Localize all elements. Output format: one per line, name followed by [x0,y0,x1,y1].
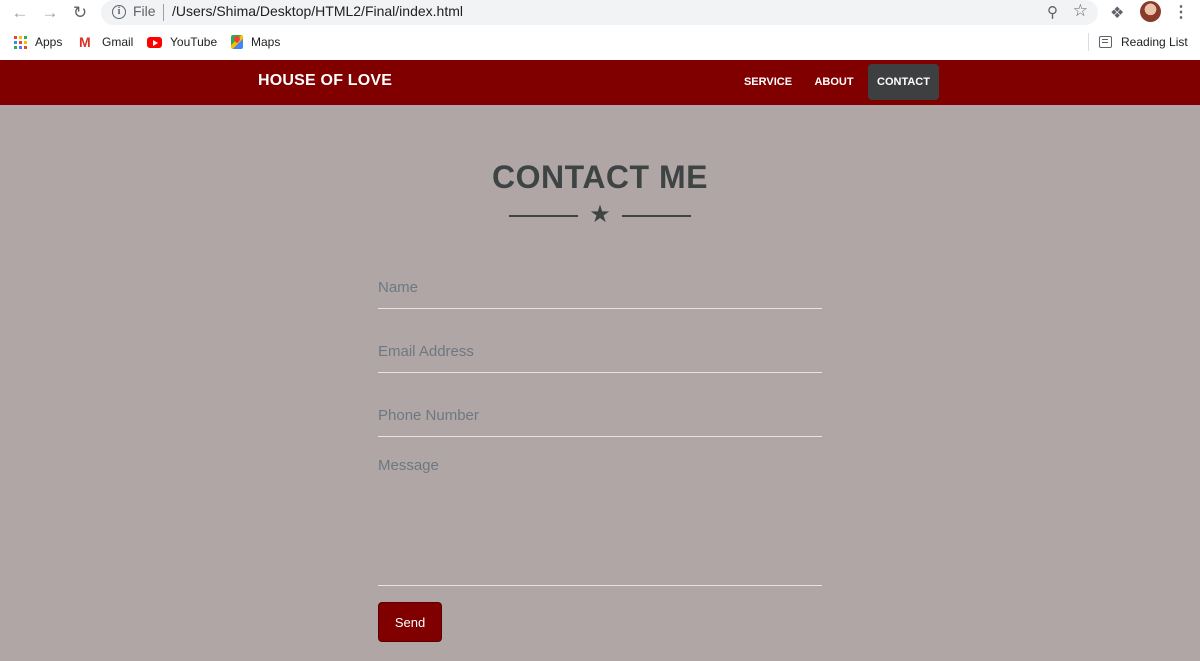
bookmark-gmail[interactable]: Gmail [79,34,134,50]
reload-icon[interactable]: ↻ [70,3,90,23]
youtube-icon [147,36,162,48]
omnibox-separator [163,4,164,21]
divider-line-right [622,215,691,217]
profile-avatar[interactable] [1140,1,1161,22]
back-arrow-icon[interactable]: ← [10,3,30,23]
menu-kebab-icon[interactable]: ⋮ [1173,2,1189,22]
nav-link-about[interactable]: ABOUT [807,64,861,100]
apps-grid-icon [14,35,27,49]
message-field [378,457,822,586]
site-brand[interactable]: HOUSE OF LOVE [258,72,392,90]
bookmark-label: Apps [35,35,63,49]
bookmarks-divider [1088,33,1089,51]
reading-list-button[interactable]: Reading List [1099,35,1188,49]
bookmark-apps[interactable]: Apps [14,35,62,49]
url-text[interactable]: /Users/Shima/Desktop/HTML2/Final/index.h… [172,3,463,19]
bookmarks-bar: Apps Gmail YouTube Maps Reading List [0,25,1200,60]
bookmark-star-icon[interactable]: ☆ [1073,1,1088,21]
maps-icon [231,35,243,49]
bookmark-label: YouTube [170,35,218,49]
zoom-icon[interactable]: ⚲ [1047,3,1058,21]
extensions-puzzle-icon[interactable]: ❖ [1110,3,1124,23]
bookmark-youtube[interactable]: YouTube [147,35,217,49]
name-field [378,266,822,309]
reading-list-label: Reading List [1121,35,1188,49]
page-title: CONTACT ME [492,159,708,195]
name-input[interactable] [378,266,822,308]
divider-line-left [509,215,578,217]
phone-field [378,394,822,437]
nav-link-contact[interactable]: CONTACT [868,64,939,100]
reading-list-icon [1099,36,1112,48]
phone-input[interactable] [378,394,822,436]
browser-toolbar: ← → ↻ i File /Users/Shima/Desktop/HTML2/… [0,0,1200,25]
message-textarea[interactable] [378,457,822,585]
address-bar[interactable]: i File /Users/Shima/Desktop/HTML2/Final/… [101,0,1098,25]
bookmark-maps[interactable]: Maps [231,35,280,49]
bookmark-label: Gmail [102,35,134,49]
gmail-icon [79,34,94,50]
nav-link-service[interactable]: SERVICE [738,64,798,100]
forward-arrow-icon[interactable]: → [40,3,60,23]
send-button[interactable]: Send [378,602,442,642]
star-icon: ★ [589,201,611,228]
site-navbar: HOUSE OF LOVE SERVICE ABOUT CONTACT [0,60,1200,105]
email-input[interactable] [378,330,822,372]
bookmark-label: Maps [251,35,281,49]
url-scheme-label: File [133,3,156,19]
email-field [378,330,822,373]
info-icon[interactable]: i [112,5,126,19]
